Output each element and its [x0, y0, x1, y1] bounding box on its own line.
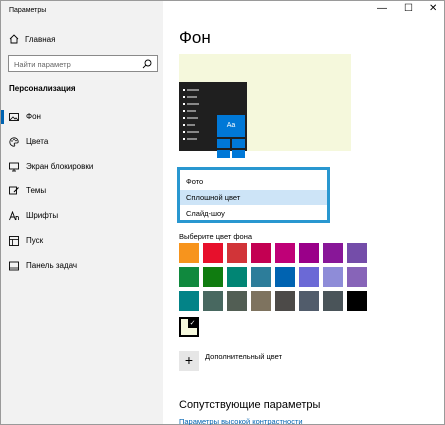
- color-picker-label: Выберите цвет фона: [179, 232, 253, 241]
- color-swatch[interactable]: [347, 291, 367, 311]
- color-swatch[interactable]: [203, 291, 223, 311]
- preview-tile: [232, 139, 245, 148]
- preview-tile: [217, 150, 230, 158]
- dropdown-option-solid-color[interactable]: Сплошной цвет: [180, 190, 327, 205]
- add-color-label[interactable]: Дополнительный цвет: [205, 352, 282, 361]
- color-swatch[interactable]: [323, 243, 343, 263]
- color-swatch[interactable]: [203, 267, 223, 287]
- color-swatch[interactable]: [251, 243, 271, 263]
- sidebar-item-label: Экран блокировки: [26, 162, 94, 171]
- sidebar-item-label: Фон: [26, 112, 41, 121]
- sidebar-item-themes[interactable]: Темы: [1, 181, 163, 201]
- color-swatch[interactable]: [275, 267, 295, 287]
- active-indicator: [1, 110, 4, 124]
- preview-tile: [217, 139, 230, 148]
- brush-icon: [9, 186, 19, 195]
- color-swatch[interactable]: [347, 243, 367, 263]
- color-swatch[interactable]: [323, 267, 343, 287]
- preview-tiles: Aa: [217, 115, 247, 159]
- preview-tile: [232, 150, 245, 158]
- search-icon[interactable]: [142, 59, 152, 69]
- sidebar-item-fonts[interactable]: Шрифты: [1, 206, 163, 226]
- color-swatch[interactable]: [347, 267, 367, 287]
- minimize-button[interactable]: —: [377, 3, 387, 14]
- checkmark-icon: ✓: [188, 319, 197, 328]
- high-contrast-link[interactable]: Параметры высокой контрастности: [179, 417, 303, 425]
- sidebar-item-label: Темы: [26, 186, 47, 195]
- color-swatch[interactable]: [323, 291, 343, 311]
- picture-icon: [9, 113, 19, 121]
- sidebar-item-lockscreen[interactable]: Экран блокировки: [1, 157, 163, 177]
- color-swatch[interactable]: [251, 267, 271, 287]
- sidebar-item-background[interactable]: Фон: [1, 107, 163, 127]
- color-swatch[interactable]: [251, 291, 271, 311]
- window-title: Параметры: [9, 7, 47, 14]
- font-icon: [9, 211, 19, 221]
- preview-menu-list: [183, 89, 199, 140]
- dropdown-option-slideshow[interactable]: Слайд-шоу: [180, 206, 327, 221]
- related-settings-title: Сопутствующие параметры: [179, 399, 321, 411]
- color-swatch[interactable]: [179, 267, 199, 287]
- add-color-button[interactable]: +: [179, 351, 199, 371]
- home-label: Главная: [25, 34, 56, 44]
- color-swatch[interactable]: [179, 243, 199, 263]
- sidebar-item-taskbar[interactable]: Панель задач: [1, 256, 163, 276]
- dropdown-option-photo[interactable]: Фото: [180, 174, 327, 189]
- color-swatch[interactable]: [275, 243, 295, 263]
- color-swatch[interactable]: [275, 291, 295, 311]
- color-swatch[interactable]: [227, 291, 247, 311]
- color-swatch[interactable]: [299, 267, 319, 287]
- page-title: Фон: [179, 28, 211, 47]
- background-preview: Aa: [179, 54, 351, 158]
- preview-start-menu: Aa: [179, 82, 247, 158]
- color-swatch[interactable]: [299, 243, 319, 263]
- sidebar: Параметры Главная Найти параметр Персона…: [1, 1, 163, 424]
- sidebar-item-label: Пуск: [26, 236, 44, 245]
- sidebar-item-label: Панель задач: [26, 261, 78, 270]
- sidebar-item-start[interactable]: Пуск: [1, 231, 163, 251]
- start-icon: [9, 236, 19, 246]
- color-swatch[interactable]: [227, 267, 247, 287]
- close-button[interactable]: ✕: [429, 3, 437, 14]
- sidebar-item-label: Цвета: [26, 137, 49, 146]
- selected-color-swatch[interactable]: ✓: [179, 317, 199, 337]
- sidebar-item-label: Шрифты: [26, 211, 59, 220]
- monitor-icon: [9, 162, 19, 172]
- color-swatch[interactable]: [299, 291, 319, 311]
- color-swatch[interactable]: [203, 243, 223, 263]
- home-icon: [9, 34, 19, 44]
- color-swatch[interactable]: [179, 291, 199, 311]
- background-type-dropdown[interactable]: Фото Сплошной цвет Слайд-шоу: [177, 167, 330, 223]
- palette-icon: [9, 137, 19, 147]
- taskbar-icon: [9, 261, 19, 271]
- search-placeholder: Найти параметр: [14, 60, 71, 69]
- preview-tile-large: Aa: [217, 115, 245, 137]
- color-swatch[interactable]: [227, 243, 247, 263]
- maximize-button[interactable]: ☐: [404, 3, 413, 14]
- sidebar-item-colors[interactable]: Цвета: [1, 132, 163, 152]
- section-title: Персонализация: [9, 84, 76, 93]
- home-link[interactable]: Главная: [9, 34, 55, 44]
- search-input[interactable]: Найти параметр: [8, 55, 158, 72]
